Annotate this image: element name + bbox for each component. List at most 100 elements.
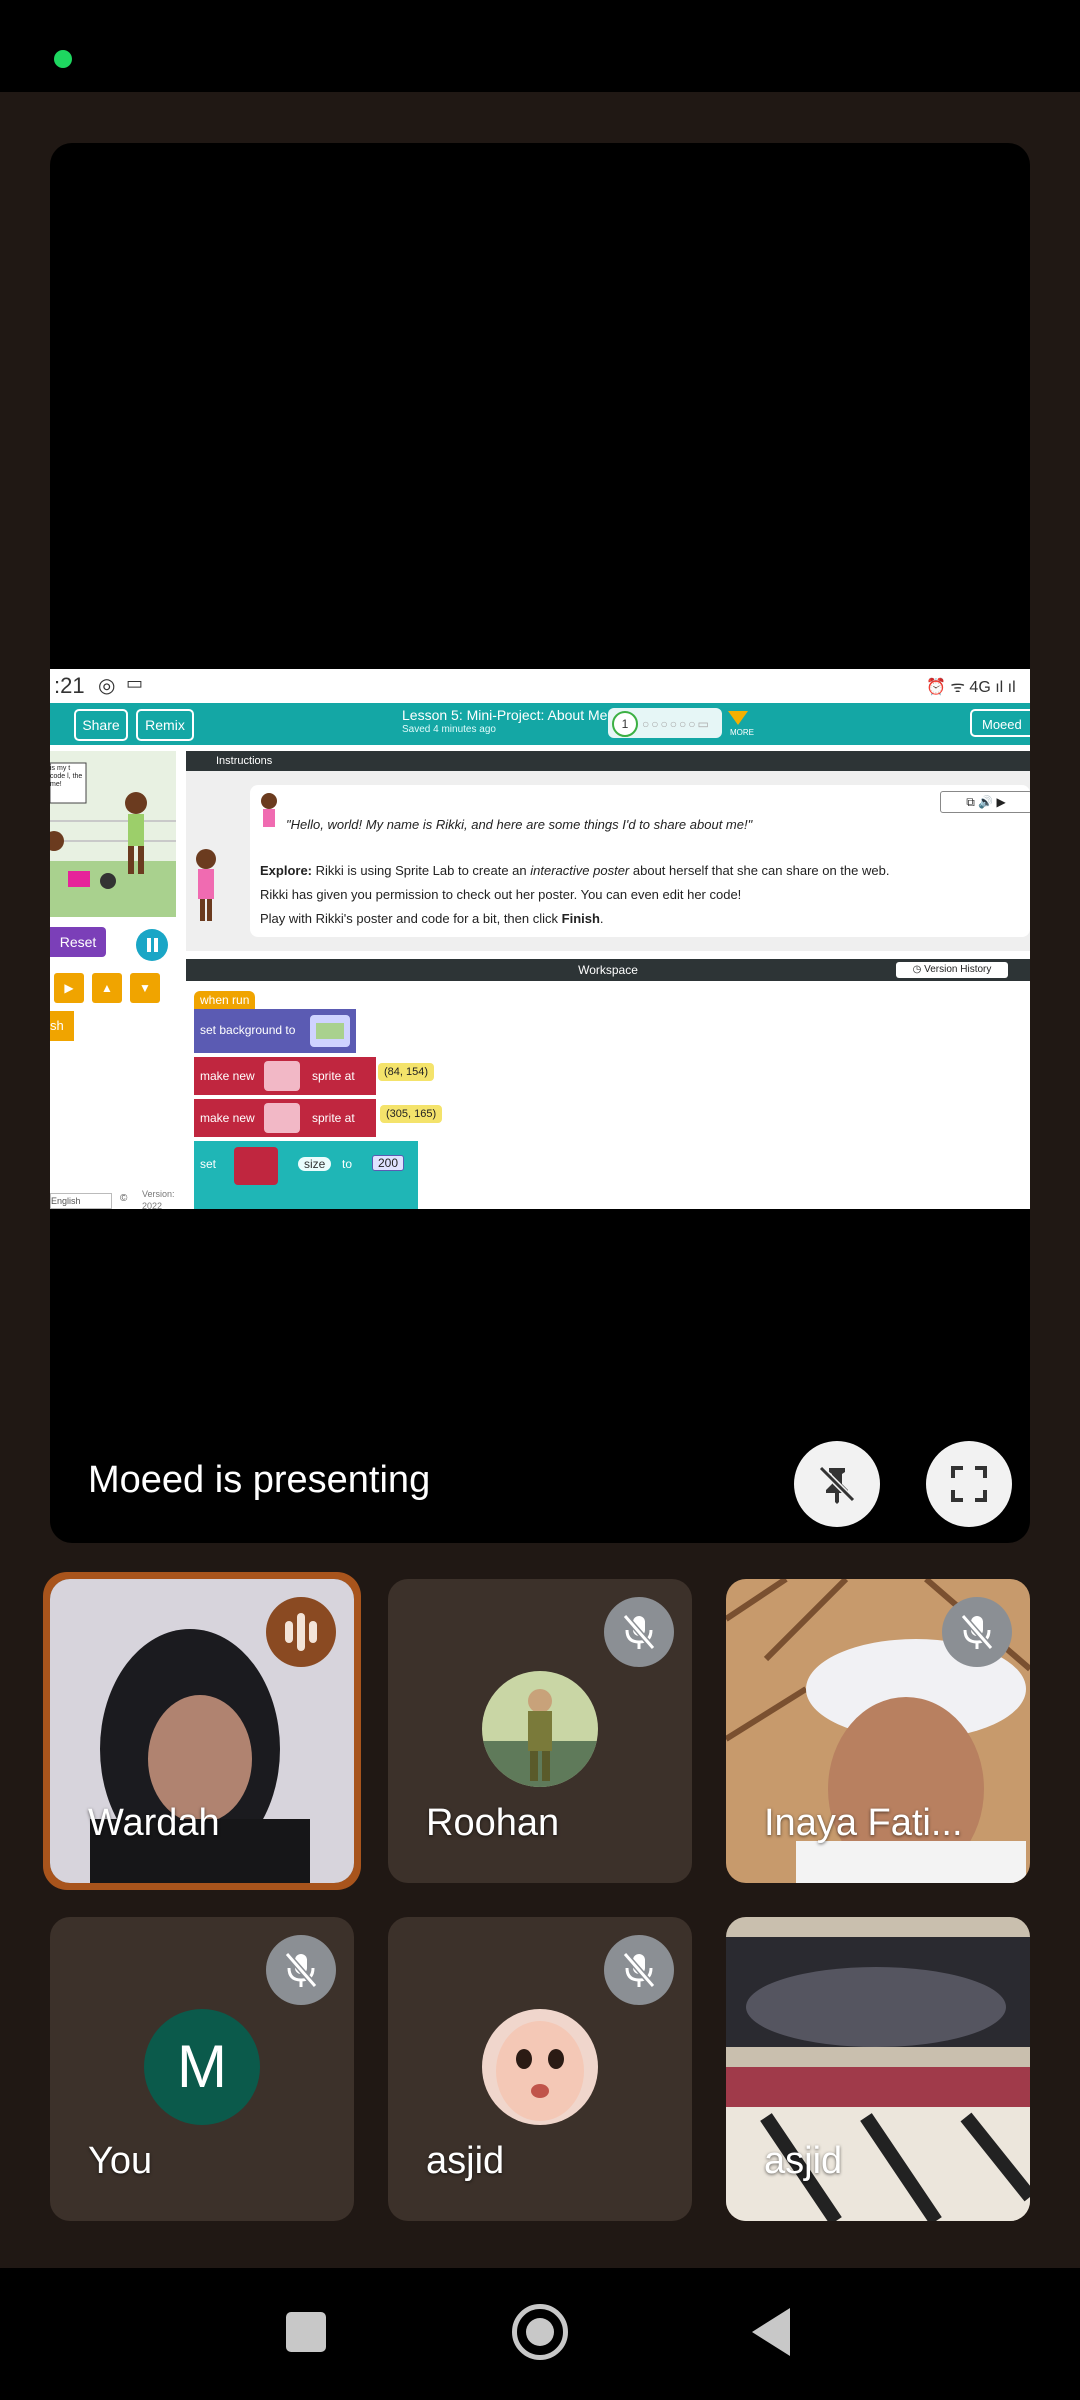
user-menu[interactable]: Moeed xyxy=(970,709,1030,737)
finish-button[interactable]: sh xyxy=(50,1011,74,1041)
unpin-button[interactable] xyxy=(794,1441,880,1527)
history-icon: ◷ xyxy=(912,964,925,975)
reset-button[interactable]: Reset xyxy=(50,927,106,957)
coordinate-value-2[interactable]: (305, 165) xyxy=(380,1105,443,1123)
instruction-quote: "Hello, world! My name is Rikki, and her… xyxy=(286,817,753,832)
system-icons: ⏰ ᯤ 4G ıl ıl xyxy=(926,679,1016,696)
share-button[interactable]: Share xyxy=(74,709,128,741)
rikki-character-art xyxy=(196,849,216,921)
speaking-indicator xyxy=(266,1597,336,1667)
when-run-block[interactable]: when run xyxy=(194,991,256,1009)
explore-text-1: Rikki is using Sprite Lab to create an xyxy=(315,863,527,878)
code-studio-header: Share Remix Lesson 5: Mini-Project: Abou… xyxy=(50,703,1030,745)
participant-tile-wardah[interactable]: Wardah xyxy=(50,1579,354,1883)
audio-level-bar-3 xyxy=(309,1621,317,1643)
participant-name: Inaya Fati... xyxy=(764,1802,963,1844)
whatsapp-icon: ◎ xyxy=(98,675,116,697)
soldier-avatar-image xyxy=(482,1671,598,1787)
sprite-reference[interactable] xyxy=(234,1147,278,1185)
pause-button[interactable] xyxy=(136,929,168,961)
version-year: 2022 xyxy=(142,1201,163,1209)
remix-button[interactable]: Remix xyxy=(136,709,194,741)
make-new-label-2: make new xyxy=(200,1111,255,1125)
status-indicator-dot xyxy=(54,50,72,68)
participant-name: asjid xyxy=(426,2140,505,2182)
play-line-text: Play with Rikki's poster and code for a … xyxy=(260,911,559,926)
version-history-button[interactable]: ◷ Version History xyxy=(896,962,1008,978)
shared-status-time: :21 xyxy=(54,673,85,698)
participant-name: asjid xyxy=(764,2140,843,2182)
language-select[interactable]: English xyxy=(50,1193,112,1209)
pause-icon-bar xyxy=(154,938,158,952)
up-arrow-button[interactable]: ▲ xyxy=(92,973,122,1003)
blocks-workspace[interactable]: when run set background to make new spri… xyxy=(186,981,1030,1209)
sprite-thumbnail-2[interactable] xyxy=(264,1103,300,1133)
fullscreen-button[interactable] xyxy=(926,1441,1012,1527)
progress-dots: ○○○○○○▭ xyxy=(642,717,711,731)
status-bar xyxy=(0,0,1080,92)
participant-tile-roohan[interactable]: Roohan xyxy=(388,1579,692,1883)
participant-name: Wardah xyxy=(88,1802,220,1844)
set-label: set xyxy=(200,1157,217,1171)
home-button[interactable] xyxy=(512,2304,568,2360)
pause-icon xyxy=(147,938,151,952)
more-chevron-icon[interactable] xyxy=(728,711,748,725)
home-icon xyxy=(526,2318,554,2346)
audio-level-icon xyxy=(285,1621,293,1643)
property-dropdown[interactable]: size xyxy=(298,1157,332,1171)
sprite-thumbnail[interactable] xyxy=(264,1061,300,1091)
back-button[interactable] xyxy=(752,2308,790,2356)
play-area-column: is my t code l, the me! Reset ▶ ▲ ▼ sh E… xyxy=(50,751,176,1209)
audio-level-bar-2 xyxy=(297,1613,305,1651)
play-line-suffix: . xyxy=(599,911,604,926)
size-value[interactable]: 200 xyxy=(372,1155,405,1171)
right-arrow-button[interactable]: ▶ xyxy=(54,973,84,1003)
copyright-icon[interactable]: © xyxy=(120,1193,127,1204)
poster-preview[interactable]: is my t code l, the me! xyxy=(50,751,176,917)
lesson-progress[interactable]: 1 ○○○○○○▭ xyxy=(608,708,722,738)
participant-tile-asjid-camera[interactable]: asjid xyxy=(726,1917,1030,2221)
set-property-block[interactable]: set size to 200 xyxy=(194,1141,418,1209)
participant-name: Roohan xyxy=(426,1802,560,1844)
mic-off-icon xyxy=(284,1952,318,1988)
play-line: Play with Rikki's poster and code for a … xyxy=(260,911,604,926)
avatar xyxy=(482,2009,598,2125)
more-label[interactable]: MORE xyxy=(730,728,754,737)
set-background-block[interactable]: set background to xyxy=(194,1009,356,1053)
coordinate-value-1[interactable]: (84, 154) xyxy=(378,1063,435,1081)
make-sprite-block-2[interactable]: make new sprite at xyxy=(194,1099,376,1137)
version-label: Version: xyxy=(142,1189,175,1199)
video-icon: ▭ xyxy=(126,673,144,693)
participant-name: You xyxy=(88,2140,153,2182)
muted-icon xyxy=(604,1935,674,2005)
participant-tile-asjid[interactable]: asjid xyxy=(388,1917,692,2221)
background-thumbnail[interactable] xyxy=(310,1015,350,1047)
progress-level-current[interactable]: 1 xyxy=(612,711,638,737)
speech-bubble-text: is my t code l, the me! xyxy=(50,765,83,788)
saved-status: Saved 4 minutes ago xyxy=(402,724,496,735)
instructions-bubble: ⧉ 🔊 ▶ "Hello, world! My name is Rikki, a… xyxy=(250,785,1030,937)
mic-off-icon xyxy=(960,1614,994,1650)
instructions-header: Instructions xyxy=(186,751,1030,771)
presenting-label: Moeed is presenting xyxy=(88,1459,431,1501)
background-preview xyxy=(316,1023,344,1039)
explore-italic: interactive poster xyxy=(530,863,630,878)
muted-icon xyxy=(604,1597,674,1667)
participant-tile-you[interactable]: M You xyxy=(50,1917,354,2221)
explore-text-2: about herself that she can share on the … xyxy=(632,863,890,878)
workspace-label: Workspace xyxy=(578,963,638,977)
avatar: M xyxy=(144,2009,260,2125)
make-sprite-block-1[interactable]: make new sprite at xyxy=(194,1057,376,1095)
participant-tile-inaya[interactable]: Inaya Fati... xyxy=(726,1579,1030,1883)
lesson-title: Lesson 5: Mini-Project: About Me xyxy=(402,707,608,723)
mic-off-icon xyxy=(622,1614,656,1650)
down-arrow-button[interactable]: ▼ xyxy=(130,973,160,1003)
baby-avatar-image xyxy=(482,2009,598,2125)
audio-controls[interactable]: ⧉ 🔊 ▶ xyxy=(940,791,1030,813)
unpin-icon xyxy=(818,1465,856,1504)
presentation-view[interactable]: :21 ◎ ▭ ⏰ ᯤ 4G ıl ıl Share Remix Lesson … xyxy=(50,143,1030,1543)
recents-button[interactable] xyxy=(286,2312,326,2352)
instructions-tab[interactable]: Instructions xyxy=(216,755,272,767)
shared-status-bar: :21 ◎ ▭ ⏰ ᯤ 4G ıl ıl xyxy=(50,669,1030,703)
to-label: to xyxy=(342,1157,353,1171)
